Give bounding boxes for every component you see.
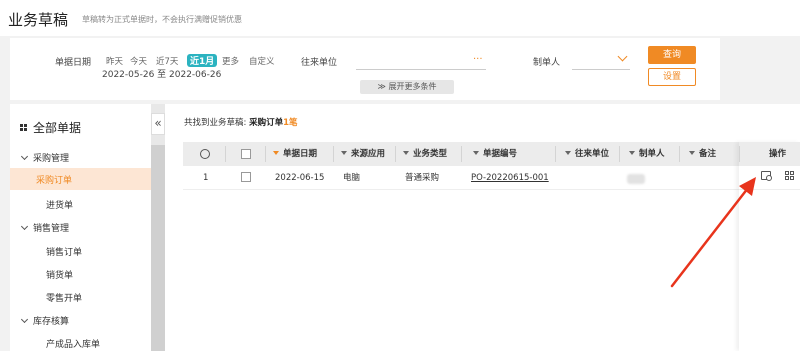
collapse-sidebar-icon[interactable]: « <box>151 113 165 135</box>
date-range[interactable]: 2022-05-26 至 2022-06-26 <box>102 67 221 80</box>
scrollbar-thumb[interactable] <box>151 145 165 351</box>
sidebar-group-inventory[interactable]: 库存核算 <box>20 314 69 327</box>
row-index: 1 <box>203 173 209 183</box>
sidebar-group-purchase[interactable]: 采购管理 <box>20 151 69 164</box>
column-header-date[interactable]: 单据日期 <box>273 142 317 166</box>
caret-down-icon <box>20 222 29 231</box>
sidebar-title: 全部单据 <box>20 119 81 136</box>
partner-input[interactable] <box>356 52 486 70</box>
sidebar-item-finished-goods[interactable]: 产成品入库单 <box>46 337 100 350</box>
sidebar-item-purchase-receipt[interactable]: 进货单 <box>46 198 73 211</box>
page-title: 业务草稿 <box>8 11 69 29</box>
date-option-today[interactable]: 今天 <box>130 55 147 67</box>
caret-down-icon <box>20 315 29 324</box>
sidebar-item-sales-order[interactable]: 销售订单 <box>46 245 82 258</box>
row-checkbox[interactable] <box>241 172 251 182</box>
query-button[interactable]: 查询 <box>648 46 696 64</box>
column-header-number[interactable]: 单据编号 <box>473 142 517 166</box>
column-header-source[interactable]: 来源应用 <box>341 142 385 166</box>
sidebar-item-sales-delivery[interactable]: 销货单 <box>46 268 73 281</box>
column-header-partner[interactable]: 往来单位 <box>565 142 609 166</box>
page-subtitle: 草稿转为正式单据时，不会执行满赠促销优惠 <box>82 15 242 24</box>
gear-icon[interactable] <box>200 149 210 159</box>
expand-conditions-button[interactable]: ≫ 展开更多条件 <box>360 80 454 94</box>
date-option-1month[interactable]: 近1月 <box>187 54 218 67</box>
sidebar-item-retail[interactable]: 零售开单 <box>46 291 82 304</box>
date-option-more[interactable]: 更多 <box>222 55 239 67</box>
partner-more-icon[interactable]: ··· <box>473 54 483 65</box>
sidebar: 全部单据 采购管理 采购订单 进货单 销售管理 销售订单 销货单 零售开单 库存… <box>10 104 151 351</box>
column-header-biz-type[interactable]: 业务类型 <box>403 142 447 166</box>
creator-label: 制单人 <box>533 58 561 68</box>
settings-button[interactable]: 设置 <box>648 68 696 86</box>
grid-icon <box>20 124 27 131</box>
main-panel: 共找到业务草稿: 采购订单1笔 单据日期 来源应用 业务类型 单据编号 往来单位… <box>165 104 800 351</box>
date-option-7days[interactable]: 近7天 <box>156 55 178 67</box>
date-option-yesterday[interactable]: 昨天 <box>106 55 123 67</box>
page-header: 业务草稿 草稿转为正式单据时，不会执行满赠促销优惠 <box>0 0 800 36</box>
sidebar-item-purchase-order[interactable]: 采购订单 <box>10 168 151 190</box>
column-header-creator[interactable]: 制单人 <box>629 142 665 166</box>
cell-source: 电脑 <box>343 173 361 183</box>
table-row[interactable]: 1 2022-06-15 电脑 普通采购 PO-20220615-001 <box>183 166 800 190</box>
filter-panel: 单据日期 昨天 今天 近7天 近1月 更多 自定义 2022-05-26 至 2… <box>10 38 720 100</box>
date-label: 单据日期 <box>55 58 92 68</box>
actions-column-shadow <box>739 142 800 351</box>
caret-down-icon <box>20 152 29 161</box>
cell-creator-redacted <box>627 174 645 184</box>
partner-label: 往来单位 <box>301 58 338 68</box>
select-all-checkbox[interactable] <box>241 149 251 159</box>
cell-number-link[interactable]: PO-20220615-001 <box>471 166 549 190</box>
table-header: 单据日期 来源应用 业务类型 单据编号 往来单位 制单人 备注 操作 <box>183 142 800 166</box>
cell-date: 2022-06-15 <box>275 173 325 183</box>
sidebar-group-sales[interactable]: 销售管理 <box>20 221 69 234</box>
cell-biz-type: 普通采购 <box>405 173 440 183</box>
double-chevron-down-icon: ≫ <box>377 82 386 91</box>
column-header-remark[interactable]: 备注 <box>689 142 716 166</box>
date-option-custom[interactable]: 自定义 <box>249 55 275 67</box>
result-summary: 共找到业务草稿: 采购订单1笔 <box>184 118 298 128</box>
